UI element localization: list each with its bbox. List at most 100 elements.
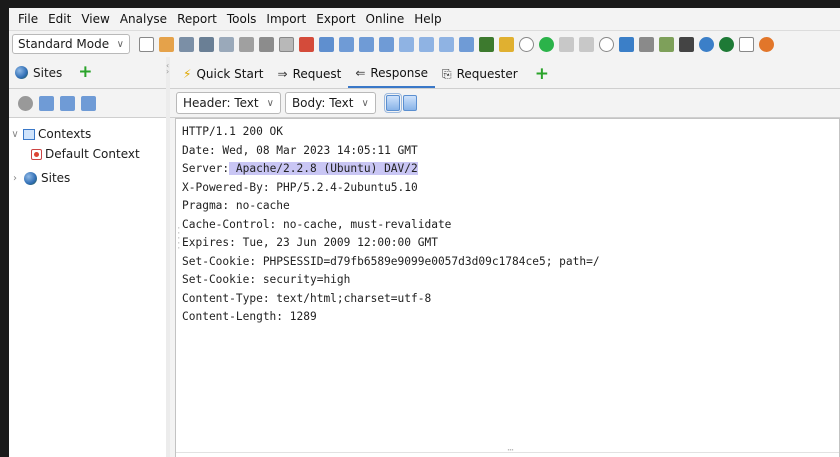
filter-icon[interactable]	[81, 95, 96, 111]
chevron-down-icon: ∨	[266, 97, 274, 109]
contexts-folder-icon	[23, 128, 35, 140]
step-icon[interactable]	[558, 36, 574, 52]
layout-tabs-icon[interactable]	[378, 36, 394, 52]
sites-panel: Sites + ∨ Contexts Default Context › Sit…	[9, 57, 167, 457]
firefox-icon[interactable]	[758, 36, 774, 52]
menu-item-analyse[interactable]: Analyse	[115, 8, 172, 30]
persist-session-icon[interactable]	[178, 36, 194, 52]
menu-item-import[interactable]: Import	[261, 8, 311, 30]
add-tab-plus-icon[interactable]: +	[525, 60, 559, 88]
body-format-select[interactable]: Body: Text ∨	[284, 92, 376, 114]
quick-start-icon: ⚡	[183, 67, 192, 81]
export-tree-icon[interactable]	[39, 95, 54, 111]
context-target-icon	[31, 148, 42, 160]
break-all-icon[interactable]	[538, 36, 554, 52]
scan-icon[interactable]	[638, 36, 654, 52]
header-format-value: Header: Text	[183, 96, 259, 110]
main-toolbar: Standard Mode ∨	[9, 30, 840, 58]
notes-icon[interactable]	[738, 36, 754, 52]
tree-item-default-context[interactable]: Default Context	[9, 144, 166, 164]
tab-layout-icon[interactable]	[278, 36, 294, 52]
expand-icon[interactable]: ∨	[9, 129, 21, 140]
tab-requester[interactable]: ⎘ Requester	[435, 60, 525, 88]
tab-response[interactable]: ⇐ Response	[348, 60, 436, 88]
mode-select[interactable]: Standard Mode ∨	[12, 34, 130, 54]
menu-item-online[interactable]: Online	[361, 8, 410, 30]
menu-item-tools[interactable]: Tools	[222, 8, 262, 30]
layout-full-icon[interactable]	[318, 36, 334, 52]
tab-layout-2-icon[interactable]	[298, 36, 314, 52]
chevron-down-icon: ∨	[116, 38, 124, 50]
header-line: Set-Cookie: PHPSESSID=d79fb6589e9099e005…	[182, 254, 600, 268]
header-line: Cache-Control: no-cache, must-revalidate	[182, 217, 452, 231]
context-icon[interactable]	[60, 95, 75, 111]
header-line: Server: Apache/2.2.8 (Ubuntu) DAV/2	[182, 160, 839, 179]
layout-horizontal-icon[interactable]	[338, 36, 354, 52]
layout-vertical-icon[interactable]	[358, 36, 374, 52]
sites-tab-bar: Sites +	[9, 57, 166, 89]
drop-icon[interactable]	[598, 36, 614, 52]
collapse-icon[interactable]: ›	[9, 173, 21, 184]
export-icon[interactable]	[258, 36, 274, 52]
tree-item-contexts[interactable]: ∨ Contexts	[9, 124, 166, 144]
chevron-down-icon: ∨	[361, 97, 369, 109]
header-line: X-Powered-By: PHP/5.2.4-2ubuntu5.10	[182, 180, 418, 194]
tab-quick-start[interactable]: ⚡ Quick Start	[176, 60, 271, 88]
continue-icon[interactable]	[578, 36, 594, 52]
spider-icon[interactable]	[478, 36, 494, 52]
menu-item-edit[interactable]: Edit	[43, 8, 76, 30]
sites-tab-label[interactable]: Sites	[33, 66, 62, 80]
zap-window: File Edit View Analyse Report Tools Import Expo…	[9, 8, 840, 457]
tab-label: Quick Start	[196, 67, 264, 81]
globe-icon	[15, 66, 28, 79]
workspace-tabs: ⚡ Quick Start ⇒ Request ⇐ Response ⎘ Requester +	[170, 57, 840, 89]
header-line: Content-Type: text/html;charset=utf-8	[182, 291, 432, 305]
tab-request[interactable]: ⇒ Request	[271, 60, 349, 88]
tree-label: Contexts	[38, 127, 92, 141]
break-icon[interactable]	[518, 36, 534, 52]
request-arrow-icon: ⇒	[277, 67, 288, 81]
header-line: Expires: Tue, 23 Jun 2009 12:00:00 GMT	[182, 236, 438, 249]
menu-bar: File Edit View Analyse Report Tools Import Expo…	[9, 8, 840, 30]
scan-policy-icon[interactable]	[498, 36, 514, 52]
workspace-panel: ⚡ Quick Start ⇒ Request ⇐ Response ⎘ Requester +…	[170, 57, 840, 457]
header-line: Content-Length: 1289	[182, 310, 317, 323]
fuzzer-icon[interactable]	[618, 36, 634, 52]
menu-item-help[interactable]: Help	[409, 8, 446, 30]
response-view-bar: Header: Text ∨ Body: Text ∨	[170, 89, 840, 118]
show-tabs-icon[interactable]	[398, 36, 414, 52]
tab-label: Requester	[456, 67, 518, 81]
alerts-icon[interactable]	[458, 36, 474, 52]
menu-item-view[interactable]: View	[76, 8, 114, 30]
menu-item-report[interactable]: Report	[172, 8, 222, 30]
tree-label: Sites	[41, 171, 71, 185]
horizontal-scrollbar[interactable]	[176, 445, 839, 457]
tree-icon[interactable]	[658, 36, 674, 52]
menu-item-file[interactable]: File	[13, 8, 43, 30]
tree-item-sites[interactable]: › Sites	[9, 168, 166, 188]
pin-tabs-icon[interactable]	[438, 36, 454, 52]
split-horizontal-icon[interactable]	[383, 93, 402, 113]
add-tab-plus-icon[interactable]: +	[78, 64, 92, 81]
snapshot-session-icon[interactable]	[198, 36, 214, 52]
header-format-select[interactable]: Header: Text ∨	[176, 92, 281, 114]
status-icon[interactable]	[718, 36, 734, 52]
open-session-icon[interactable]	[158, 36, 174, 52]
header-name: Server:	[182, 162, 230, 175]
split-vertical-icon[interactable]	[402, 95, 417, 111]
response-arrow-icon: ⇐	[355, 66, 366, 80]
options-icon[interactable]	[238, 36, 254, 52]
show-all-icon[interactable]	[18, 95, 33, 111]
body-format-value: Body: Text	[291, 96, 354, 110]
menu-item-export[interactable]: Export	[311, 8, 360, 30]
requester-icon: ⎘	[442, 66, 452, 81]
hud-icon[interactable]	[698, 36, 714, 52]
session-properties-icon[interactable]	[218, 36, 234, 52]
new-session-icon[interactable]	[138, 36, 154, 52]
terminal-icon[interactable]	[678, 36, 694, 52]
response-header-text[interactable]: · · · · · HTTP/1.1 200 OK Date: Wed, 08 Mar 2…	[175, 118, 840, 457]
header-line: Pragma: no-cache	[182, 199, 290, 212]
tab-label: Request	[292, 67, 342, 81]
hide-tabs-icon[interactable]	[418, 36, 434, 52]
sites-tree: ∨ Contexts Default Context › Sites	[9, 118, 167, 457]
